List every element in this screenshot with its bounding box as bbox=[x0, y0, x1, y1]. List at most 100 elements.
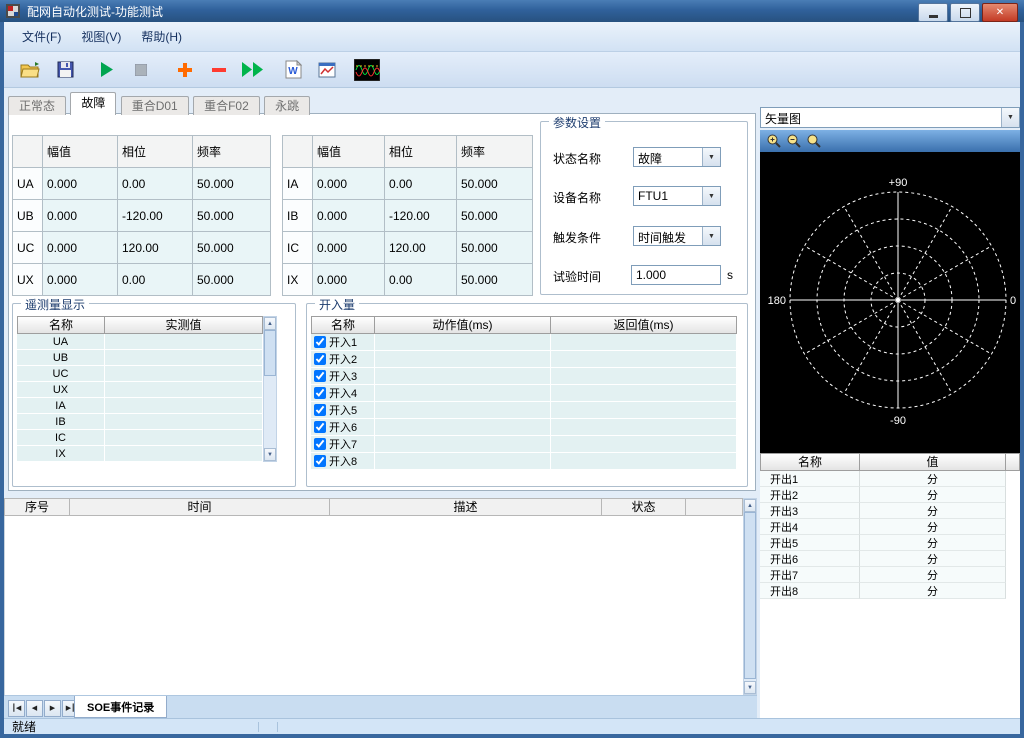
scrollbar-thumb[interactable] bbox=[264, 330, 276, 376]
phase-cell[interactable]: 0.00 bbox=[118, 168, 193, 200]
telemetry-value-header[interactable]: 实测值 bbox=[105, 316, 263, 334]
run-all-icon[interactable] bbox=[240, 57, 266, 83]
event-header-state[interactable]: 状态 bbox=[602, 498, 686, 516]
save-icon[interactable] bbox=[52, 57, 78, 83]
amp-cell[interactable]: 0.000 bbox=[43, 264, 118, 296]
telemetry-name[interactable]: UA bbox=[17, 334, 105, 350]
chevron-down-icon[interactable]: ▼ bbox=[702, 227, 720, 245]
chevron-down-icon[interactable]: ▼ bbox=[1001, 108, 1019, 127]
amp-cell[interactable]: 0.000 bbox=[313, 200, 385, 232]
output-name[interactable]: 开出4 bbox=[760, 519, 860, 535]
telemetry-name[interactable]: UC bbox=[17, 366, 105, 382]
output-name[interactable]: 开出2 bbox=[760, 487, 860, 503]
amp-cell[interactable]: 0.000 bbox=[313, 232, 385, 264]
digital-input-checkbox[interactable] bbox=[314, 438, 326, 450]
freq-cell[interactable]: 50.000 bbox=[457, 168, 533, 200]
tab-soe-event-log[interactable]: SOE事件记录 bbox=[74, 696, 167, 718]
amp-cell[interactable]: 0.000 bbox=[43, 168, 118, 200]
state-name-select[interactable]: 故障 ▼ bbox=[633, 147, 721, 167]
event-header-time[interactable]: 时间 bbox=[70, 498, 330, 516]
menu-help[interactable]: 帮助(H) bbox=[131, 25, 192, 48]
digital-input-checkbox[interactable] bbox=[314, 353, 326, 365]
remove-icon[interactable] bbox=[206, 57, 232, 83]
telemetry-name[interactable]: IB bbox=[17, 414, 105, 430]
event-header-index[interactable]: 序号 bbox=[4, 498, 70, 516]
waveform-icon[interactable] bbox=[354, 57, 380, 83]
amp-cell[interactable]: 0.000 bbox=[43, 200, 118, 232]
event-scrollbar[interactable]: ▲ ▼ bbox=[743, 498, 757, 695]
output-name[interactable]: 开出5 bbox=[760, 535, 860, 551]
freq-cell[interactable]: 50.000 bbox=[193, 232, 271, 264]
digital-input-checkbox[interactable] bbox=[314, 404, 326, 416]
prev-page-icon[interactable]: ◀ bbox=[26, 700, 43, 717]
telemetry-scrollbar[interactable]: ▲ ▼ bbox=[263, 316, 277, 462]
tab-reclose-f02[interactable]: 重合F02 bbox=[193, 96, 260, 115]
menu-file[interactable]: 文件(F) bbox=[12, 25, 71, 48]
maximize-button[interactable] bbox=[950, 3, 980, 22]
di-action-header[interactable]: 动作值(ms) bbox=[375, 316, 551, 334]
scroll-up-icon[interactable]: ▲ bbox=[264, 317, 276, 330]
telemetry-name[interactable]: IA bbox=[17, 398, 105, 414]
trigger-condition-select[interactable]: 时间触发 ▼ bbox=[633, 226, 721, 246]
word-report-icon[interactable]: W bbox=[280, 57, 306, 83]
telemetry-name[interactable]: IC bbox=[17, 430, 105, 446]
telemetry-name[interactable]: UB bbox=[17, 350, 105, 366]
di-return-header[interactable]: 返回值(ms) bbox=[551, 316, 737, 334]
output-name[interactable]: 开出8 bbox=[760, 583, 860, 599]
amp-cell[interactable]: 0.000 bbox=[43, 232, 118, 264]
scrollbar-thumb[interactable] bbox=[744, 512, 756, 679]
phase-cell[interactable]: 120.00 bbox=[118, 232, 193, 264]
phase-cell[interactable]: -120.00 bbox=[385, 200, 457, 232]
digital-input-checkbox[interactable] bbox=[314, 455, 326, 467]
scroll-down-icon[interactable]: ▼ bbox=[264, 448, 276, 461]
telemetry-name[interactable]: IX bbox=[17, 446, 105, 462]
add-icon[interactable] bbox=[172, 57, 198, 83]
freq-cell[interactable]: 50.000 bbox=[457, 232, 533, 264]
tab-fault[interactable]: 故障 bbox=[70, 92, 116, 115]
chevron-down-icon[interactable]: ▼ bbox=[702, 148, 720, 166]
digital-input-checkbox[interactable] bbox=[314, 387, 326, 399]
telemetry-name-header[interactable]: 名称 bbox=[17, 316, 105, 334]
stop-icon[interactable] bbox=[128, 57, 154, 83]
first-page-icon[interactable]: ┃◀ bbox=[8, 700, 25, 717]
zoom-out-icon[interactable] bbox=[784, 132, 804, 150]
phase-cell[interactable]: 0.00 bbox=[385, 168, 457, 200]
phase-cell[interactable]: -120.00 bbox=[118, 200, 193, 232]
tab-normal-state[interactable]: 正常态 bbox=[8, 96, 66, 115]
freq-cell[interactable]: 50.000 bbox=[457, 264, 533, 296]
scroll-up-icon[interactable]: ▲ bbox=[744, 499, 756, 512]
minimize-button[interactable] bbox=[918, 3, 948, 22]
zoom-reset-icon[interactable] bbox=[804, 132, 824, 150]
test-time-input[interactable]: 1.000 bbox=[631, 265, 721, 285]
chevron-down-icon[interactable]: ▼ bbox=[702, 187, 720, 205]
run-icon[interactable] bbox=[94, 57, 120, 83]
output-name[interactable]: 开出3 bbox=[760, 503, 860, 519]
amp-cell[interactable]: 0.000 bbox=[313, 264, 385, 296]
freq-cell[interactable]: 50.000 bbox=[193, 200, 271, 232]
output-name-header[interactable]: 名称 bbox=[760, 453, 860, 471]
next-page-icon[interactable]: ▶ bbox=[44, 700, 61, 717]
output-value-header[interactable]: 值 bbox=[860, 453, 1006, 471]
zoom-in-icon[interactable] bbox=[764, 132, 784, 150]
menu-view[interactable]: 视图(V) bbox=[71, 25, 131, 48]
output-name[interactable]: 开出1 bbox=[760, 471, 860, 487]
view-mode-select[interactable]: 矢量图 ▼ bbox=[760, 107, 1020, 128]
open-file-icon[interactable] bbox=[18, 57, 44, 83]
di-name-header[interactable]: 名称 bbox=[311, 316, 375, 334]
output-name[interactable]: 开出7 bbox=[760, 567, 860, 583]
device-name-select[interactable]: FTU1 ▼ bbox=[633, 186, 721, 206]
close-button[interactable]: ✕ bbox=[982, 3, 1018, 22]
phase-cell[interactable]: 120.00 bbox=[385, 232, 457, 264]
phase-cell[interactable]: 0.00 bbox=[118, 264, 193, 296]
freq-cell[interactable]: 50.000 bbox=[193, 168, 271, 200]
digital-input-checkbox[interactable] bbox=[314, 336, 326, 348]
phase-cell[interactable]: 0.00 bbox=[385, 264, 457, 296]
telemetry-name[interactable]: UX bbox=[17, 382, 105, 398]
freq-cell[interactable]: 50.000 bbox=[193, 264, 271, 296]
amp-cell[interactable]: 0.000 bbox=[313, 168, 385, 200]
digital-input-checkbox[interactable] bbox=[314, 421, 326, 433]
chart-report-icon[interactable] bbox=[314, 57, 340, 83]
digital-input-checkbox[interactable] bbox=[314, 370, 326, 382]
scroll-down-icon[interactable]: ▼ bbox=[744, 681, 756, 694]
tab-reclose-d01[interactable]: 重合D01 bbox=[121, 96, 189, 115]
